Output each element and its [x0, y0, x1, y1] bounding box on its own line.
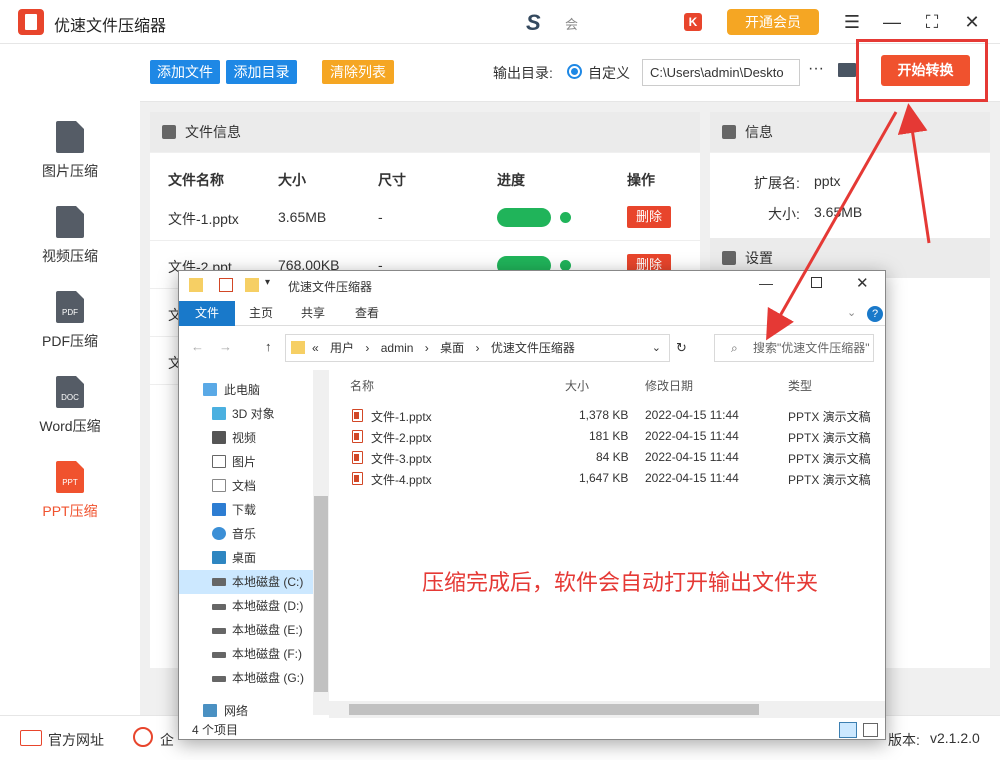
arrow-up: [897, 103, 931, 244]
annotation-arrows: [766, 103, 931, 341]
arrow-down: [766, 111, 898, 341]
